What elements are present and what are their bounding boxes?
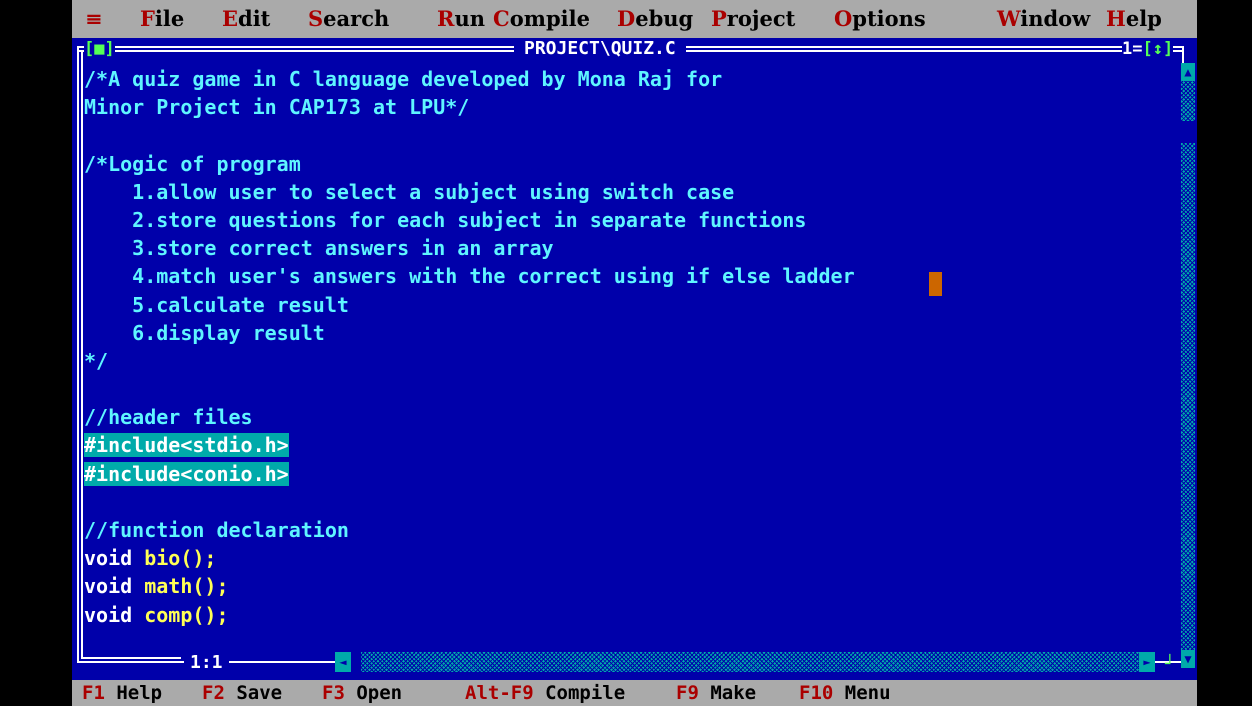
horizontal-scrollbar[interactable]: ◄ ►: [335, 652, 1155, 672]
vertical-scrollbar[interactable]: ▲ ▼: [1181, 63, 1195, 668]
menu-window[interactable]: Window: [997, 0, 1090, 38]
code-line: void comp();: [84, 601, 1176, 629]
system-menu[interactable]: ≡: [85, 0, 103, 38]
status-help[interactable]: F1 Help: [82, 680, 162, 706]
status-save[interactable]: F2 Save: [202, 680, 282, 706]
menu-search[interactable]: Search: [308, 0, 389, 38]
code-token: ();: [180, 546, 217, 571]
scroll-left-icon[interactable]: ◄: [335, 652, 351, 672]
code-line: /*A quiz game in C language developed by…: [84, 65, 1176, 93]
menu-help[interactable]: Help: [1106, 0, 1162, 38]
code-token: 5.calculate result: [84, 292, 349, 317]
scroll-down-icon[interactable]: ▼: [1181, 650, 1195, 668]
code-line: 3.store correct answers in an array: [84, 234, 1176, 262]
menu-bar: ≡ File Edit Search Run Compile Debug Pro…: [72, 0, 1197, 38]
code-line: //header files: [84, 403, 1176, 431]
code-token: math: [144, 574, 193, 599]
zoom-box[interactable]: 1=[↕]: [1122, 38, 1174, 60]
code-line: void bio();: [84, 544, 1176, 572]
selected-code-text: #include<conio.h>: [84, 461, 289, 486]
menu-options[interactable]: Options: [834, 0, 926, 38]
frame-left-line-1: [77, 46, 79, 663]
text-cursor: [929, 272, 942, 296]
menu-file[interactable]: File: [140, 0, 184, 38]
code-line: #include<conio.h>: [84, 460, 1176, 488]
frame-bottom-line-2: [81, 657, 181, 659]
window-title: PROJECT\QUIZ.C: [514, 38, 686, 60]
cursor-position: 1:1: [184, 652, 229, 674]
code-line: 1.allow user to select a subject using s…: [84, 178, 1176, 206]
frame-bottom-mid: [262, 661, 335, 663]
status-menu[interactable]: F10 Menu: [799, 680, 891, 706]
code-token: void: [84, 602, 145, 627]
close-icon: [■]: [84, 39, 115, 59]
code-line: Minor Project in CAP173 at LPU*/: [84, 93, 1176, 121]
code-line: 2.store questions for each subject in se…: [84, 206, 1176, 234]
code-token: //header files: [84, 405, 253, 430]
code-line: */: [84, 347, 1176, 375]
code-line: //function declaration: [84, 516, 1176, 544]
code-line: 4.match user's answers with the correct …: [84, 262, 1176, 290]
close-box[interactable]: [■]: [84, 38, 115, 60]
code-token: void: [84, 574, 145, 599]
selected-code-text: #include<stdio.h>: [84, 433, 289, 458]
code-token: void: [84, 546, 145, 571]
code-line: 5.calculate result: [84, 291, 1176, 319]
window-number: 1: [1122, 39, 1133, 59]
code-token: /*Logic of program: [84, 151, 301, 176]
code-line: void math();: [84, 572, 1176, 600]
scroll-right-icon[interactable]: ►: [1139, 652, 1155, 672]
code-token: 1.allow user to select a subject using s…: [84, 179, 735, 204]
code-token: //function declaration: [84, 518, 349, 542]
horizontal-scroll-thumb[interactable]: [351, 652, 361, 672]
code-token: 2.store questions for each subject in se…: [84, 207, 807, 232]
vertical-scroll-thumb[interactable]: [1181, 121, 1195, 143]
code-token: bio: [144, 546, 181, 571]
menu-debug[interactable]: Debug: [617, 0, 693, 38]
code-token: ();: [192, 602, 229, 627]
menu-compile[interactable]: Compile: [493, 0, 590, 38]
resize-corner-icon[interactable]: ┘: [1165, 655, 1175, 673]
code-line: /*Logic of program: [84, 150, 1176, 178]
code-token: 6.display result: [84, 320, 325, 345]
frame-left-line-2: [81, 50, 83, 659]
menu-project[interactable]: Project: [711, 0, 795, 38]
turbo-c-ide: ≡ File Edit Search Run Compile Debug Pro…: [72, 0, 1197, 706]
status-bar: F1 Help F2 Save F3 Open Alt-F9 Compile F…: [72, 680, 1197, 706]
status-open[interactable]: F3 Open: [322, 680, 402, 706]
code-token: 4.match user's answers with the correct …: [84, 264, 855, 289]
status-compile[interactable]: Alt-F9 Compile: [465, 680, 625, 706]
code-token: /*A quiz game in C language developed by…: [84, 67, 723, 91]
status-make[interactable]: F9 Make: [676, 680, 756, 706]
code-line: 6.display result: [84, 319, 1176, 347]
code-token: 3.store correct answers in an array: [84, 236, 554, 261]
code-token: ();: [192, 574, 229, 599]
code-token: */: [84, 348, 109, 373]
code-token: Minor Project in CAP173 at LPU*/: [84, 95, 470, 120]
code-token: comp: [144, 602, 193, 627]
zoom-icon: [↕]: [1142, 39, 1174, 59]
scroll-up-icon[interactable]: ▲: [1181, 63, 1195, 81]
editor-window: [■] PROJECT\QUIZ.C 1=[↕] /*A quiz game i…: [72, 38, 1197, 680]
menu-run[interactable]: Run: [437, 0, 485, 38]
code-editor[interactable]: /*A quiz game in C language developed by…: [84, 65, 1176, 657]
code-line: #include<stdio.h>: [84, 431, 1176, 459]
menu-edit[interactable]: Edit: [222, 0, 270, 38]
